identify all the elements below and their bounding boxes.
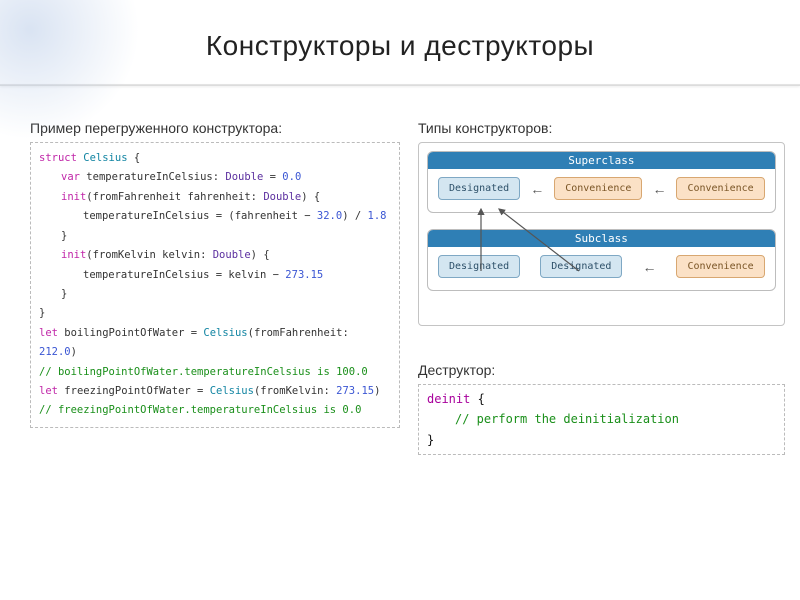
type-name: Double <box>213 249 251 261</box>
call-args: (fromKelvin: <box>254 385 336 397</box>
expr: = (fahrenheit − <box>209 210 316 222</box>
superclass-header: Superclass <box>428 152 775 169</box>
arrow-left-icon: ← <box>642 259 656 275</box>
type-ref: Celsius <box>203 327 247 339</box>
type-ref: Celsius <box>210 385 254 397</box>
arrow-left-icon: ← <box>652 181 666 197</box>
kw-struct: struct <box>39 152 77 164</box>
let-name: freezingPointOfWater <box>64 385 190 397</box>
right-section-label-1: Типы конструкторов: <box>418 120 785 136</box>
node-sub-designated-2: Designated <box>540 255 622 278</box>
init-params: (fromFahrenheit fahrenheit: <box>86 191 263 203</box>
type-name: Double <box>225 171 263 183</box>
comment-line: // freezingPointOfWater.temperatureInCel… <box>39 404 361 416</box>
kw-deinit: deinit <box>427 392 470 406</box>
num-literal: 273.15 <box>336 385 374 397</box>
constructor-code-block: struct Celsius { var temperatureInCelsiu… <box>30 142 400 428</box>
num-literal: 212.0 <box>39 346 71 358</box>
brace: } <box>39 307 45 319</box>
num-literal: 273.15 <box>285 269 323 281</box>
node-super-designated: Designated <box>438 177 520 200</box>
content-area: Пример перегруженного конструктора: stru… <box>0 86 800 455</box>
brace: { <box>470 392 484 406</box>
eq: = <box>184 327 203 339</box>
subclass-box: Subclass Designated Designated ← Conveni… <box>427 229 776 291</box>
brace: } <box>427 433 434 447</box>
kw-let: let <box>39 327 58 339</box>
node-sub-designated-1: Designated <box>438 255 520 278</box>
kw-init: init <box>61 249 86 261</box>
num-literal: 32.0 <box>317 210 342 222</box>
brace: } <box>61 230 67 242</box>
brace: { <box>128 152 141 164</box>
paren: ) <box>71 346 77 358</box>
kw-let: let <box>39 385 58 397</box>
node-sub-convenience: Convenience <box>676 255 764 278</box>
let-name: boilingPointOfWater <box>64 327 184 339</box>
paren: ) <box>374 385 380 397</box>
num-literal: 1.8 <box>368 210 387 222</box>
slide-title: Конструкторы и деструкторы <box>0 0 800 84</box>
assign-lhs: temperatureInCelsius <box>83 210 209 222</box>
node-super-convenience-1: Convenience <box>554 177 642 200</box>
eq: = <box>263 171 282 183</box>
expr: ) / <box>342 210 367 222</box>
expr: = kelvin − <box>209 269 285 281</box>
brace: ) { <box>301 191 320 203</box>
num-literal: 0.0 <box>282 171 301 183</box>
superclass-box: Superclass Designated ← Convenience ← Co… <box>427 151 776 213</box>
brace: } <box>61 288 67 300</box>
colon: : <box>213 171 226 183</box>
subclass-header: Subclass <box>428 230 775 247</box>
eq: = <box>191 385 210 397</box>
arrow-left-icon: ← <box>530 181 544 197</box>
destructor-code-block: deinit { // perform the deinitialization… <box>418 384 785 455</box>
comment-line: // perform the deinitialization <box>455 412 679 426</box>
var-name: temperatureInCelsius <box>86 171 212 183</box>
kw-init: init <box>61 191 86 203</box>
brace: ) { <box>251 249 270 261</box>
kw-var: var <box>61 171 80 183</box>
type-name: Double <box>263 191 301 203</box>
left-column: Пример перегруженного конструктора: stru… <box>30 120 400 455</box>
assign-lhs: temperatureInCelsius <box>83 269 209 281</box>
node-super-convenience-2: Convenience <box>676 177 764 200</box>
right-section-label-2: Деструктор: <box>418 362 785 378</box>
init-params: (fromKelvin kelvin: <box>86 249 212 261</box>
left-section-label: Пример перегруженного конструктора: <box>30 120 400 136</box>
initializer-diagram: Superclass Designated ← Convenience ← Co… <box>418 142 785 326</box>
struct-name: Celsius <box>83 152 127 164</box>
right-column: Типы конструкторов: Superclass Designate… <box>418 120 785 455</box>
call-args: (fromFahrenheit: <box>248 327 349 339</box>
comment-line: // boilingPointOfWater.temperatureInCels… <box>39 366 368 378</box>
